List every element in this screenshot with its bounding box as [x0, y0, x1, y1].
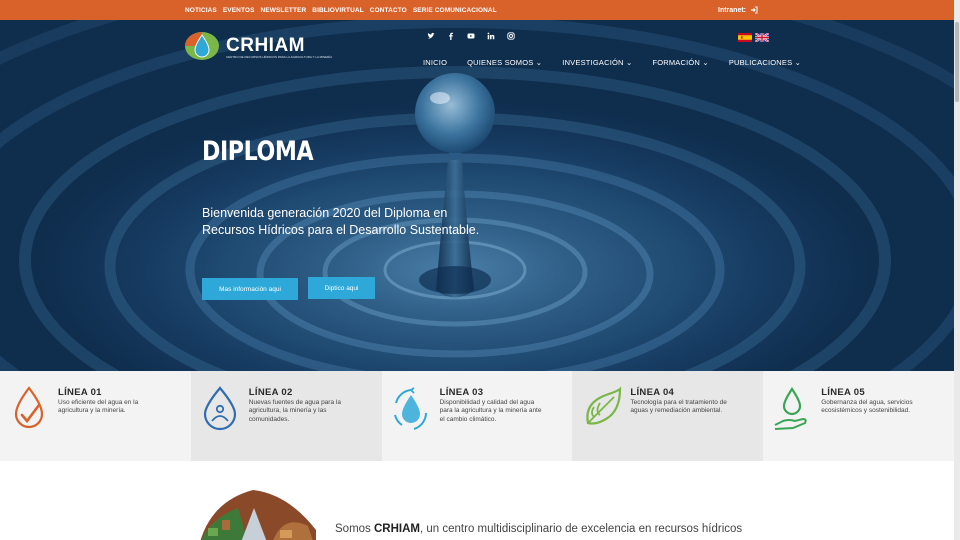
drop-people-icon [203, 386, 236, 431]
nav-publicaciones[interactable]: PUBLICACIONES ⌄ [729, 58, 801, 67]
line-title: LÍNEA 05 [821, 387, 865, 398]
line-desc: Uso eficiente del agua en la agricultura… [58, 399, 139, 415]
intranet-label: Intranet: [718, 6, 746, 14]
top-link-noticias[interactable]: NOTICIAS [185, 7, 217, 14]
main-nav: INICIO QUIENES SOMOS ⌄ INVESTIGACIÓN ⌄ F… [423, 58, 801, 67]
flag-en-icon[interactable] [755, 33, 769, 42]
line-desc: Disponibilidad y calidad del agua para l… [439, 399, 542, 423]
chevron-down-icon: ⌄ [535, 58, 543, 67]
diptico-button[interactable]: Diptico aqui [308, 277, 375, 299]
hero-banner: CRHIAM CENTRO DE RECURSOS HÍDRICOS PARA … [0, 20, 954, 371]
leaf-drop-icon [586, 386, 622, 425]
line-card-01[interactable]: LÍNEA 01 Uso eficiente del agua en la ag… [0, 371, 191, 461]
flag-es-icon[interactable] [738, 33, 752, 42]
intro-name: CRHIAM [374, 523, 420, 535]
line-title: LÍNEA 02 [248, 387, 293, 398]
hand-drop-icon [774, 387, 807, 430]
drop-check-icon [14, 386, 44, 429]
hero-title: DIPLOMA [202, 136, 314, 167]
twitter-icon[interactable] [427, 32, 435, 40]
water-drop-image [0, 20, 954, 371]
top-link-newsletter[interactable]: NEWSLETTER [261, 7, 307, 14]
drop-cycle-icon [393, 387, 427, 430]
page-scrollbar[interactable] [954, 0, 960, 540]
photo-collage-image [200, 490, 316, 540]
hero-text: Bienvenida generación 2020 del Diploma e… [202, 206, 480, 237]
top-link-serie-comunicacional[interactable]: SERIE COMUNICACIONAL [413, 7, 497, 14]
facebook-icon[interactable] [447, 32, 455, 40]
top-bar: NOTICIAS EVENTOS NEWSLETTER BIBLIOVIRTUA… [0, 0, 954, 20]
social-links [427, 32, 515, 40]
nav-inicio-label: INICIO [423, 58, 448, 67]
logo-drop-icon [185, 32, 219, 60]
line-title: LÍNEA 03 [439, 387, 484, 398]
research-lines: LÍNEA 01 Uso eficiente del agua en la ag… [0, 371, 954, 461]
top-link-contacto[interactable]: CONTACTO [370, 7, 407, 14]
line-card-02[interactable]: LÍNEA 02 Nuevas fuentes de agua para la … [190, 371, 382, 461]
line-desc: Nuevas fuentes de agua para la agricultu… [248, 399, 341, 423]
nav-publicaciones-label: PUBLICACIONES [728, 58, 793, 67]
nav-quienes-somos[interactable]: QUIENES SOMOS ⌄ [467, 58, 542, 67]
logo-text: CRHIAM [226, 35, 305, 56]
instagram-icon[interactable] [507, 32, 515, 40]
intro-text: Somos CRHIAM, un centro multidisciplinar… [335, 523, 742, 535]
intro-prefix: Somos [335, 523, 374, 535]
intranet-link[interactable]: Intranet: [718, 0, 758, 20]
top-link-eventos[interactable]: EVENTOS [223, 7, 255, 14]
linkedin-icon[interactable] [487, 32, 495, 40]
logo-subtitle: CENTRO DE RECURSOS HÍDRICOS PARA LA AGRI… [226, 55, 333, 59]
sign-in-icon [751, 6, 758, 14]
nav-inicio[interactable]: INICIO [423, 58, 447, 67]
nav-investigacion[interactable]: INVESTIGACIÓN ⌄ [562, 58, 632, 67]
line-card-05[interactable]: LÍNEA 05 Gobernanza del agua, servicios … [763, 371, 954, 461]
top-nav: NOTICIAS EVENTOS NEWSLETTER BIBLIOVIRTUA… [185, 0, 497, 20]
top-link-bibliovirtual[interactable]: BIBLIOVIRTUAL [312, 7, 364, 14]
intro-suffix: , un centro multidisciplinario de excele… [420, 523, 743, 535]
crhiam-logo[interactable]: CRHIAM CENTRO DE RECURSOS HÍDRICOS PARA … [184, 31, 332, 61]
line-card-04[interactable]: LÍNEA 04 Tecnología para el tratamiento … [572, 371, 764, 461]
nav-formacion-label: FORMACIÓN [652, 58, 701, 67]
line-card-03[interactable]: LÍNEA 03 Disponibilidad y calidad del ag… [381, 371, 573, 461]
scrollbar-thumb[interactable] [955, 22, 959, 102]
chevron-down-icon: ⌄ [625, 58, 633, 67]
youtube-icon[interactable] [467, 32, 475, 40]
nav-quienes-somos-label: QUIENES SOMOS [467, 58, 534, 67]
line-desc: Tecnología para el tratamiento de aguas … [630, 399, 727, 415]
chevron-down-icon: ⌄ [702, 58, 709, 67]
nav-formacion[interactable]: FORMACIÓN ⌄ [652, 58, 708, 67]
nav-investigacion-label: INVESTIGACIÓN [562, 58, 624, 67]
line-desc: Gobernanza del agua, servicios ecosistém… [821, 399, 913, 415]
language-selector [738, 33, 769, 42]
line-title: LÍNEA 04 [630, 387, 675, 398]
chevron-down-icon: ⌄ [794, 58, 802, 67]
line-title: LÍNEA 01 [58, 387, 102, 398]
more-info-button[interactable]: Mas información aqui [202, 278, 298, 300]
